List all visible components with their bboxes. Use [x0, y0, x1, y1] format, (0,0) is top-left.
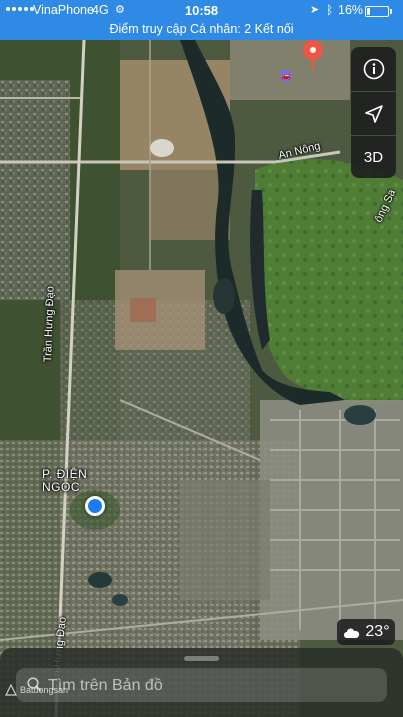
search-bar[interactable] — [16, 668, 387, 704]
cloud-icon — [344, 628, 360, 638]
battery-icon — [365, 6, 392, 17]
sheet-grabber[interactable] — [184, 656, 219, 661]
watermark-text: Batdongsan — [20, 685, 69, 695]
bluetooth-icon: ᛒ — [326, 3, 334, 17]
battery-percent: 16% — [338, 3, 364, 17]
locate-me-button[interactable] — [351, 91, 396, 135]
location-services-icon: ➤ — [310, 4, 320, 16]
weather-chip: 23° — [337, 619, 395, 645]
district-label: P. ĐIỆN NGỌC — [42, 467, 88, 494]
hotspot-banner[interactable]: Điểm truy cập Cá nhân: 2 Kết nối — [0, 22, 403, 36]
watermark-logo-icon — [5, 684, 17, 696]
search-input[interactable] — [46, 668, 380, 704]
watermark: Batdongsan — [5, 684, 68, 696]
user-location-dot[interactable] — [85, 496, 105, 516]
status-bar: VinaPhone 4G ⚙ 10:58 ➤ ᛒ 16% Điểm truy c… — [0, 0, 403, 40]
info-button[interactable] — [351, 47, 396, 90]
dropped-pin-icon[interactable] — [303, 40, 323, 70]
temperature: 23° — [365, 623, 390, 640]
car-poi-icon[interactable]: 🚗 — [280, 70, 292, 82]
location-arrow-icon — [364, 104, 383, 123]
3d-toggle-button[interactable]: 3D — [351, 135, 396, 179]
satellite-imagery — [0, 40, 403, 717]
search-sheet[interactable] — [0, 648, 403, 717]
info-icon — [363, 58, 384, 79]
map-controls: 3D — [351, 47, 396, 178]
satellite-map[interactable]: An Nông Trần Hưng Đạo ần Hưng Đạo ông Sa… — [0, 40, 403, 717]
